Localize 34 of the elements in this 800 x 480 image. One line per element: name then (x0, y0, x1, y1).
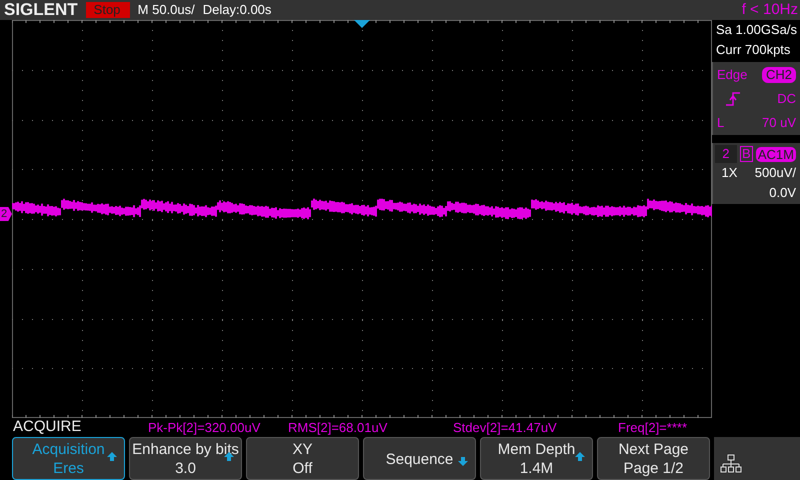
softkey-button[interactable]: Acquisition Eres (12, 437, 125, 480)
softkey-button[interactable]: XY Off (246, 437, 359, 480)
trigger-type: Edge (717, 66, 748, 84)
trigger-coupling: DC (777, 90, 796, 108)
rising-edge-icon (725, 92, 741, 106)
trigger-level: 70 uV (762, 114, 796, 132)
measurement-readout: Pk-Pk[2]=320.00uV (147, 418, 262, 437)
channel-number: 2 (715, 145, 737, 163)
channel-coupling: AC1M (756, 146, 796, 162)
trigger-level-label: L (717, 114, 724, 132)
down-arrow-icon (457, 455, 469, 467)
vertical-offset: 0.0V (769, 184, 796, 200)
channel-marker: 2 (0, 207, 12, 221)
up-arrow-icon (106, 451, 118, 463)
timebase-label: M 50.0us/ (138, 1, 195, 20)
trigger-frequency: f < 10Hz (742, 0, 798, 20)
brand-logo: SIGLENT (4, 0, 78, 20)
delay-label: Delay:0.00s (202, 1, 272, 20)
probe-ratio: 1X (722, 164, 738, 182)
menu-title: ACQUIRE (13, 417, 82, 438)
softkey-button[interactable]: Mem Depth 1.4M (480, 437, 593, 480)
trigger-source: CH2 (762, 66, 796, 82)
softkey-button[interactable]: Enhance by bits 3.0 (129, 437, 242, 480)
measurement-readout: Stdev[2]=41.47uV (453, 418, 558, 437)
measurement-readout: RMS[2]=68.01uV (288, 418, 388, 437)
softkey-button[interactable]: Sequence (363, 437, 476, 480)
sample-rate: Sa 1.00GSa/s (715, 21, 798, 39)
softkey-button[interactable]: Next Page Page 1/2 (597, 437, 710, 480)
network-icon (720, 454, 742, 474)
memory-depth: Curr 700kpts (715, 41, 792, 59)
bandwidth-limit-indicator: B (740, 146, 753, 162)
vertical-scale: 500uV/ (754, 164, 796, 182)
measurement-readout: Freq[2]=**** (618, 418, 688, 437)
up-arrow-icon (574, 451, 586, 463)
